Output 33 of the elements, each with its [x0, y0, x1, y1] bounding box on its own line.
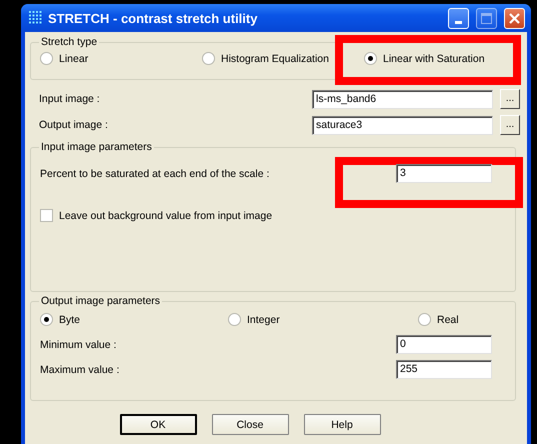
radio-option[interactable]: Linear [40, 52, 202, 65]
value-field[interactable]: 0 [396, 335, 492, 354]
maximize-button[interactable] [476, 8, 497, 28]
browse-button[interactable]: ... [500, 89, 520, 109]
radio-option[interactable]: Byte [40, 313, 228, 326]
value-field[interactable]: 255 [396, 360, 492, 379]
group-title: Input image parameters [40, 141, 153, 153]
dialog-button[interactable]: Help [304, 414, 380, 435]
dialog-button[interactable]: OK [120, 414, 196, 435]
close-icon [509, 12, 520, 24]
field-label: Percent to be saturated at each end of the scale : [40, 168, 270, 180]
close-button[interactable] [504, 8, 525, 28]
file-name-field[interactable]: saturace3 [312, 116, 493, 134]
file-name-field[interactable]: ls-ms_band6 [312, 90, 493, 108]
radio-option[interactable]: Integer [228, 313, 418, 326]
radio-option[interactable]: Histogram Equalization [202, 52, 364, 65]
radio-option[interactable]: Real [418, 313, 515, 326]
field-label: Output image : [39, 119, 109, 131]
minimize-icon [455, 20, 462, 24]
browse-button[interactable]: ... [500, 115, 520, 135]
field-label: Input image : [39, 93, 101, 105]
checkbox-option[interactable]: Leave out background value from input image [40, 209, 515, 222]
window-title: STRETCH - contrast stretch utility [48, 10, 258, 26]
minimize-button[interactable] [448, 8, 469, 28]
radio-option[interactable]: Linear with Saturation [364, 52, 515, 65]
dialog-button[interactable]: Close [212, 414, 288, 435]
maximize-icon [481, 12, 492, 24]
field-label: Maximum value : [40, 364, 120, 376]
percent-field[interactable]: 3 [396, 164, 492, 183]
group-title: Stretch type [40, 36, 98, 48]
group-title: Output image parameters [40, 295, 162, 307]
app-icon [29, 11, 43, 25]
field-label: Minimum value : [40, 338, 118, 350]
